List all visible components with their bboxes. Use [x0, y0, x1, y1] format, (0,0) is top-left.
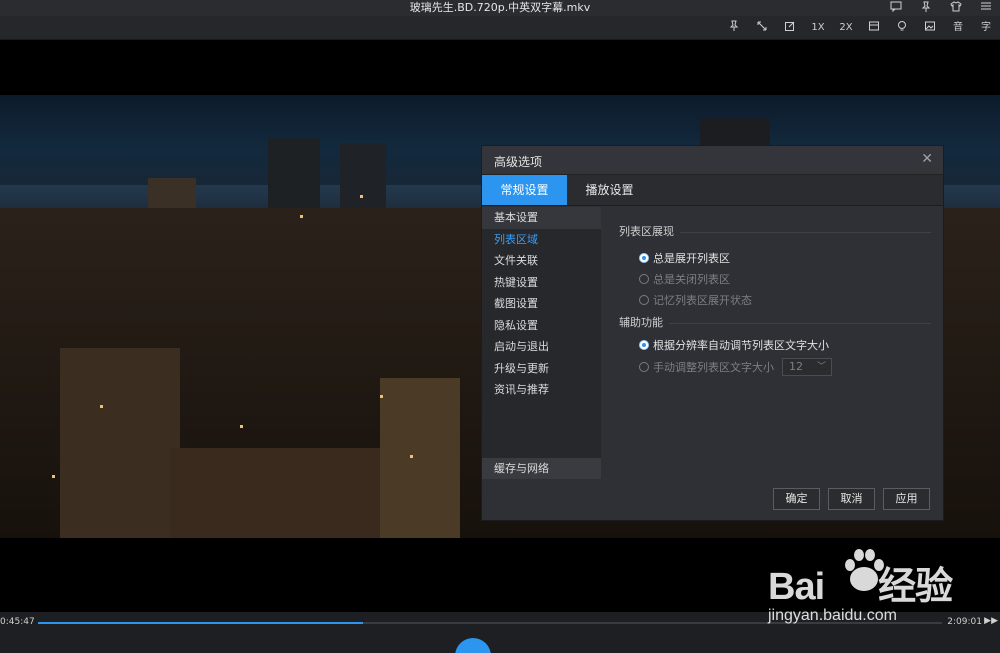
window-light — [240, 425, 243, 428]
menu-icon[interactable] — [978, 1, 994, 15]
window-light — [100, 405, 103, 408]
pin-icon[interactable] — [918, 1, 934, 15]
section-list-display: 列表区展现 — [619, 223, 931, 239]
option-label: 总是展开列表区 — [653, 251, 730, 265]
window-light — [410, 455, 413, 458]
pin-top-icon[interactable] — [726, 20, 742, 36]
dialog-header: 高级选项 ✕ — [482, 146, 943, 175]
sidebar-item-startup-exit[interactable]: 启动与退出 — [482, 336, 601, 358]
section-title: 列表区展现 — [619, 223, 680, 239]
subtitle-button[interactable]: 字 — [978, 20, 994, 36]
baidu-jingyan-watermark: Bai 经验 jingyan.baidu.com — [768, 545, 993, 630]
dialog-footer: 确定 取消 应用 — [482, 478, 943, 520]
sidebar-item-privacy[interactable]: 隐私设置 — [482, 315, 601, 337]
sidebar-item-basic[interactable]: 基本设置 — [482, 207, 601, 229]
window-light — [360, 195, 363, 198]
close-icon[interactable]: ✕ — [921, 151, 933, 167]
option-remember-state[interactable]: 记忆列表区展开状态 — [619, 289, 931, 310]
radio-selected-icon[interactable] — [639, 252, 649, 263]
font-size-value: 12 — [789, 360, 803, 373]
window-light — [300, 215, 303, 218]
option-always-close[interactable]: 总是关闭列表区 — [619, 268, 931, 289]
font-size-select[interactable]: 12 ﹀ — [782, 358, 832, 376]
sidebar-item-list-area[interactable]: 列表区域 — [482, 229, 601, 251]
option-label: 总是关闭列表区 — [653, 272, 730, 286]
radio-icon[interactable] — [639, 273, 649, 284]
house — [380, 378, 460, 538]
edit-icon[interactable] — [782, 20, 798, 36]
option-always-expand[interactable]: 总是展开列表区 — [619, 247, 931, 268]
sidebar-item-news[interactable]: 资讯与推荐 — [482, 379, 601, 401]
option-manual-font-size[interactable]: 手动调整列表区文字大小 12 ﹀ — [619, 355, 931, 379]
speed-1x-button[interactable]: 1X — [810, 20, 826, 36]
speed-2x-button[interactable]: 2X — [838, 20, 854, 36]
player-toolbar: 1X 2X 音 字 — [0, 16, 1000, 40]
cancel-button[interactable]: 取消 — [828, 488, 875, 510]
radio-selected-icon[interactable] — [639, 339, 649, 350]
window-light — [380, 395, 383, 398]
dialog-tabs: 常规设置 播放设置 — [482, 175, 943, 206]
house — [60, 348, 180, 538]
tab-general[interactable]: 常规设置 — [482, 175, 567, 205]
settings-sidebar: 基本设置 列表区域 文件关联 热键设置 截图设置 隐私设置 启动与退出 升级与更… — [482, 207, 601, 479]
option-label: 手动调整列表区文字大小 — [653, 361, 774, 374]
audio-button[interactable]: 音 — [950, 20, 966, 36]
house — [170, 448, 400, 538]
tab-playback[interactable]: 播放设置 — [567, 175, 652, 205]
paw-icon — [845, 549, 884, 591]
sidebar-item-hotkeys[interactable]: 热键设置 — [482, 272, 601, 294]
apply-button[interactable]: 应用 — [883, 488, 930, 510]
picture-icon[interactable] — [922, 20, 938, 36]
playlist-icon[interactable] — [866, 20, 882, 36]
section-accessibility: 辅助功能 — [619, 314, 931, 330]
radio-icon[interactable] — [639, 362, 649, 372]
radio-icon[interactable] — [639, 294, 649, 305]
chevron-down-icon: ﹀ — [816, 362, 826, 372]
option-label: 记忆列表区展开状态 — [653, 293, 752, 307]
title-bar: 玻璃先生.BD.720p.中英双字幕.mkv — [0, 0, 1000, 16]
seek-progress — [38, 622, 364, 624]
play-button[interactable] — [455, 638, 491, 653]
advanced-options-dialog: 高级选项 ✕ 常规设置 播放设置 基本设置 列表区域 文件关联 热键设置 截图设… — [481, 145, 944, 521]
sidebar-item-cache-network[interactable]: 缓存与网络 — [482, 458, 601, 479]
chat-icon[interactable] — [888, 1, 904, 15]
window-title: 玻璃先生.BD.720p.中英双字幕.mkv — [409, 1, 591, 14]
option-auto-font-size[interactable]: 根据分辨率自动调节列表区文字大小 — [619, 334, 931, 355]
light-icon[interactable] — [894, 20, 910, 36]
ok-button[interactable]: 确定 — [773, 488, 820, 510]
watermark-url: jingyan.baidu.com — [768, 607, 897, 624]
sidebar-item-screenshot[interactable]: 截图设置 — [482, 293, 601, 315]
sidebar-item-update[interactable]: 升级与更新 — [482, 358, 601, 380]
skin-icon[interactable] — [948, 1, 964, 15]
elapsed-time: 0:45:47 — [0, 617, 35, 627]
sidebar-item-file-association[interactable]: 文件关联 — [482, 250, 601, 272]
dialog-title: 高级选项 — [494, 155, 543, 169]
option-label: 根据分辨率自动调节列表区文字大小 — [653, 338, 829, 352]
settings-content: 列表区展现 总是展开列表区 总是关闭列表区 记忆列表区展开状态 辅助功能 根据分… — [601, 207, 943, 479]
section-title: 辅助功能 — [619, 314, 669, 330]
window-light — [52, 475, 55, 478]
expand-icon[interactable] — [754, 20, 770, 36]
